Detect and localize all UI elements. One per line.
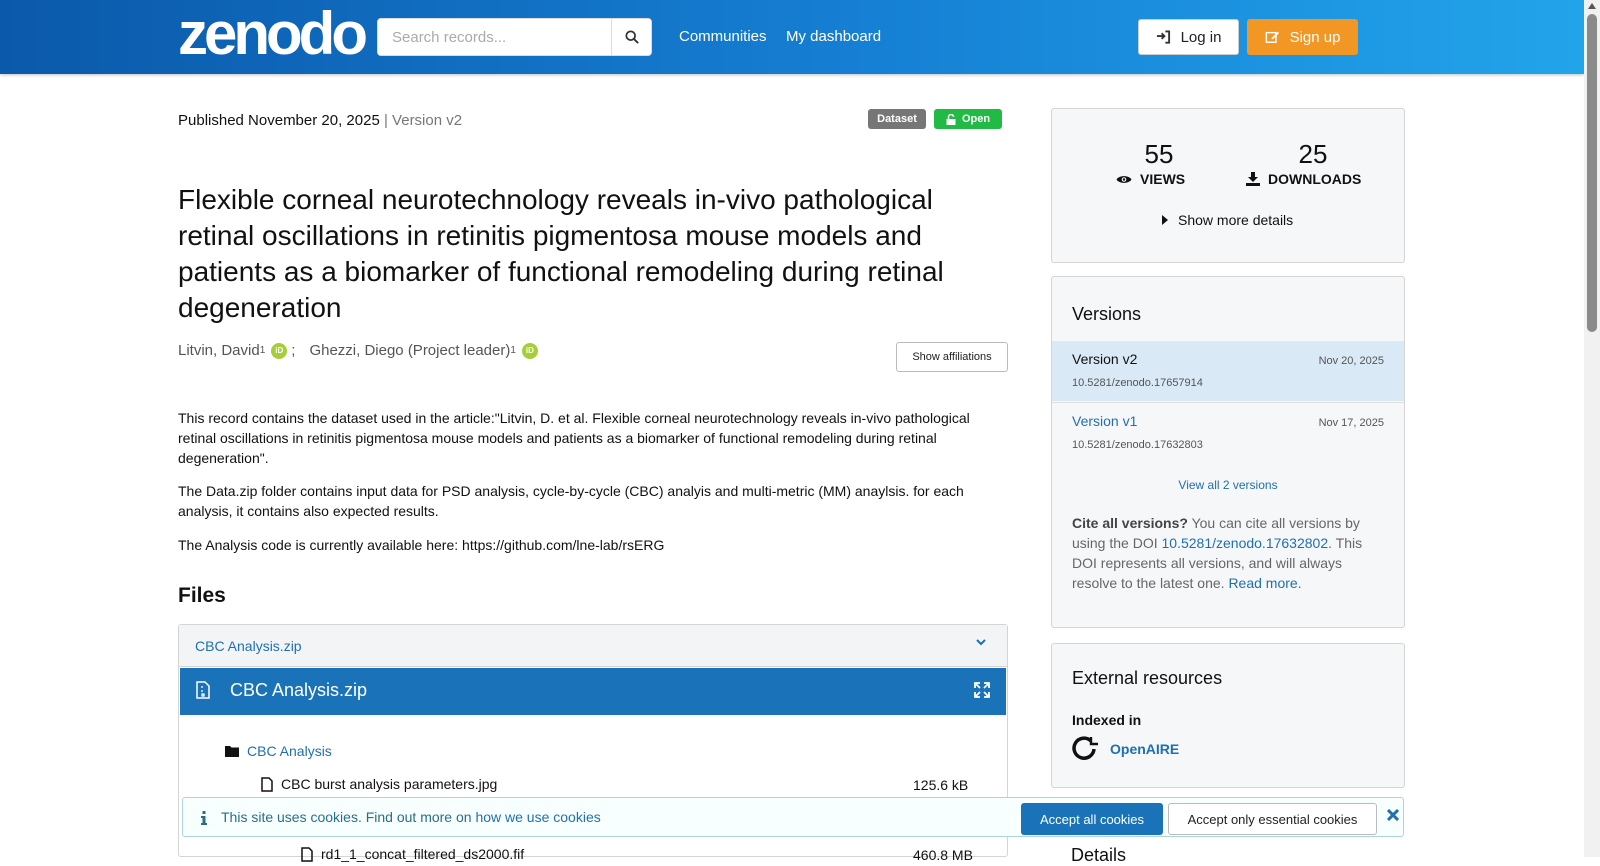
sign-in-icon bbox=[1156, 30, 1170, 44]
details-heading: Details bbox=[1071, 845, 1127, 865]
signup-button[interactable]: Sign up bbox=[1247, 19, 1358, 55]
creator-name[interactable]: Ghezzi, Diego (Project leader) bbox=[309, 342, 510, 359]
show-more-label: Show more details bbox=[1178, 212, 1294, 228]
description-paragraph: The Analysis code is currently available… bbox=[178, 537, 665, 553]
version-row[interactable]: Version v1 Nov 17, 2025 10.5281/zenodo.1… bbox=[1052, 402, 1404, 462]
edit-icon bbox=[1265, 31, 1279, 43]
file-size: 460.8 MB bbox=[913, 847, 973, 863]
openaire-label: OpenAIRE bbox=[1110, 741, 1180, 757]
search-bar bbox=[377, 18, 652, 56]
read-more-link[interactable]: Read more bbox=[1228, 575, 1297, 591]
download-icon bbox=[1246, 172, 1260, 186]
page-scrollbar[interactable] bbox=[1584, 0, 1600, 857]
files-accordion-header[interactable]: CBC Analysis.zip bbox=[179, 625, 1007, 667]
version-name[interactable]: Version v1 bbox=[1072, 413, 1137, 429]
login-button[interactable]: Log in bbox=[1138, 19, 1239, 55]
file-name: CBC burst analysis parameters.jpg bbox=[281, 776, 498, 792]
stats-panel: 55 VIEWS 25 DOWNLOADS Show more details bbox=[1051, 108, 1405, 263]
creator-separator: ; bbox=[291, 342, 296, 359]
zenodo-logo[interactable]: zenodo bbox=[178, 4, 368, 64]
accept-all-cookies-button[interactable]: Accept all cookies bbox=[1021, 803, 1163, 835]
top-navbar: zenodo Communities My dashboard Log in S… bbox=[0, 0, 1584, 74]
openaire-logo-icon bbox=[1072, 736, 1098, 760]
affiliation-marker: 1 bbox=[510, 345, 516, 356]
cookie-message: This site uses cookies. Find out more on… bbox=[221, 809, 601, 825]
cookie-text: This site uses cookies. Find out more on bbox=[221, 809, 476, 825]
expand-icon[interactable] bbox=[974, 682, 990, 698]
file-icon bbox=[261, 776, 273, 792]
views-count: 55 bbox=[1144, 139, 1174, 169]
cite-all-versions: Cite all versions? You can cite all vers… bbox=[1072, 513, 1382, 593]
search-icon bbox=[624, 30, 639, 44]
creators-list: Litvin, David 1 iD ; Ghezzi, Diego (Proje… bbox=[178, 342, 538, 359]
version-row-active[interactable]: Version v2 Nov 20, 2025 10.5281/zenodo.1… bbox=[1052, 341, 1404, 401]
record-title: Flexible corneal neurotechnology reveals… bbox=[178, 184, 944, 323]
files-accordion-label: CBC Analysis.zip bbox=[195, 638, 302, 654]
unlock-icon bbox=[946, 113, 956, 125]
close-icon[interactable] bbox=[1387, 809, 1399, 821]
access-badge: Open bbox=[934, 109, 1002, 129]
cookie-policy-link[interactable]: how we use cookies bbox=[475, 809, 600, 825]
views-label-row: VIEWS bbox=[1116, 171, 1185, 187]
record-version: Version v2 bbox=[392, 112, 463, 129]
description-paragraph: The Data.zip folder contains input data … bbox=[178, 483, 964, 519]
resource-type-badge: Dataset bbox=[868, 109, 926, 129]
folder-name: CBC Analysis bbox=[247, 743, 332, 759]
external-resources-panel: External resources Indexed in OpenAIRE bbox=[1051, 643, 1405, 788]
downloads-label-row: DOWNLOADS bbox=[1246, 171, 1361, 187]
file-name: rd1_1_concat_filtered_ds2000.fif bbox=[321, 846, 525, 862]
file-item[interactable]: CBC burst analysis parameters.jpg bbox=[261, 776, 497, 792]
scroll-thumb[interactable] bbox=[1587, 14, 1597, 332]
versions-panel: Versions Version v2 Nov 20, 2025 10.5281… bbox=[1051, 276, 1405, 628]
description-paragraph: This record contains the dataset used in… bbox=[178, 410, 970, 466]
version-name: Version v2 bbox=[1072, 351, 1138, 367]
nav-communities[interactable]: Communities bbox=[679, 28, 767, 45]
file-size: 125.6 kB bbox=[913, 777, 969, 793]
orcid-icon[interactable]: iD bbox=[271, 342, 288, 359]
published-date: Published November 20, 2025 bbox=[178, 112, 380, 129]
downloads-count: 25 bbox=[1298, 139, 1328, 169]
scroll-up-arrow-icon[interactable] bbox=[1588, 3, 1596, 9]
eye-icon bbox=[1116, 175, 1132, 183]
search-input[interactable] bbox=[378, 19, 611, 55]
creator-name[interactable]: Litvin, David bbox=[178, 342, 260, 359]
access-badge-label: Open bbox=[961, 113, 991, 125]
accept-essential-cookies-button[interactable]: Accept only essential cookies bbox=[1168, 803, 1377, 835]
affiliation-marker: 1 bbox=[259, 345, 266, 356]
version-doi: 10.5281/zenodo.17632803 bbox=[1072, 439, 1203, 451]
signup-label: Sign up bbox=[1289, 28, 1341, 46]
cite-text: . bbox=[1297, 575, 1302, 591]
concept-doi-link[interactable]: 10.5281/zenodo.17632802 bbox=[1162, 535, 1329, 551]
files-heading: Files bbox=[178, 584, 226, 607]
file-icon bbox=[301, 846, 313, 862]
search-button[interactable] bbox=[611, 19, 651, 55]
views-label: VIEWS bbox=[1140, 171, 1186, 187]
downloads-label: DOWNLOADS bbox=[1268, 171, 1362, 187]
login-label: Log in bbox=[1180, 28, 1222, 46]
cite-bold: Cite all versions? bbox=[1072, 515, 1188, 531]
openaire-link[interactable]: OpenAIRE bbox=[1072, 736, 1179, 762]
version-date: Nov 17, 2025 bbox=[1318, 417, 1384, 429]
indexed-in-label: Indexed in bbox=[1072, 712, 1142, 728]
version-doi: 10.5281/zenodo.17657914 bbox=[1072, 377, 1203, 389]
file-preview-header: CBC Analysis.zip bbox=[180, 668, 1006, 715]
cookie-banner: This site uses cookies. Find out more on… bbox=[182, 797, 1404, 837]
caret-right-icon bbox=[1162, 215, 1168, 225]
show-more-details-toggle[interactable]: Show more details bbox=[1162, 212, 1293, 228]
chevron-down-icon bbox=[976, 639, 986, 646]
show-affiliations-button[interactable]: Show affiliations bbox=[896, 342, 1008, 372]
file-archive-icon bbox=[196, 681, 210, 699]
info-icon bbox=[201, 811, 207, 825]
preview-file-title: CBC Analysis.zip bbox=[230, 680, 368, 700]
version-date: Nov 20, 2025 bbox=[1318, 355, 1384, 367]
folder-icon bbox=[225, 746, 239, 757]
view-all-versions-link[interactable]: View all 2 versions bbox=[1052, 478, 1404, 492]
external-resources-heading: External resources bbox=[1072, 668, 1223, 688]
file-item[interactable]: rd1_1_concat_filtered_ds2000.fif bbox=[301, 846, 524, 862]
orcid-icon[interactable]: iD bbox=[521, 342, 538, 359]
folder-item[interactable]: CBC Analysis bbox=[225, 743, 332, 759]
publication-info: Published November 20, 2025 | Version v2 bbox=[178, 112, 463, 129]
versions-heading: Versions bbox=[1072, 304, 1142, 324]
nav-my-dashboard[interactable]: My dashboard bbox=[786, 28, 881, 45]
